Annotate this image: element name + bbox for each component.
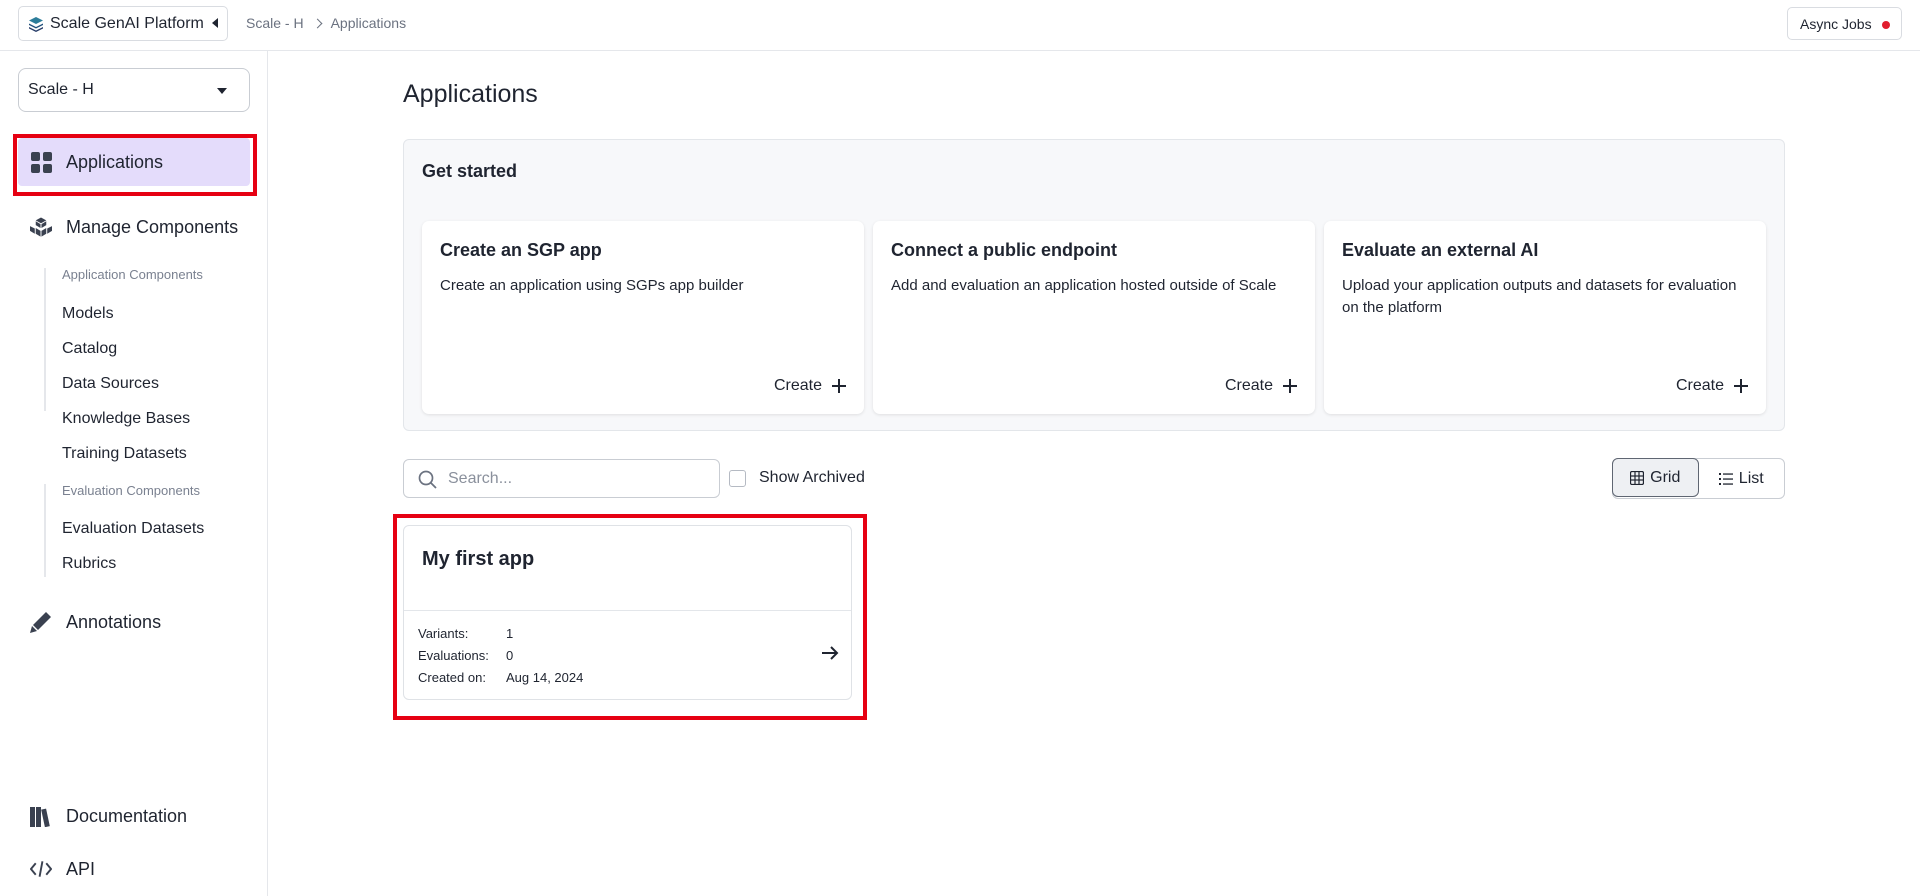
created-label: Created on:: [418, 670, 486, 685]
dropdown-arrow-icon: [217, 88, 227, 94]
app-card-my-first-app[interactable]: My first app Variants: 1 Evaluations: 0 …: [403, 525, 852, 700]
app-name: My first app: [422, 548, 535, 570]
search-icon: [418, 470, 437, 489]
sidebar-item-label: Annotations: [66, 611, 162, 632]
books-icon: [30, 805, 52, 827]
card-description: Create an application using SGPs app bui…: [440, 277, 744, 294]
cubes-icon: [30, 216, 52, 238]
plus-icon: [1734, 379, 1748, 393]
async-jobs-label: Async Jobs: [1800, 15, 1872, 32]
card-description: Upload your application outputs and data…: [1342, 277, 1737, 316]
plus-icon: [832, 379, 846, 393]
grid-view-button[interactable]: Grid: [1612, 458, 1699, 497]
create-sgp-app-card[interactable]: Create an SGP app Create an application …: [422, 221, 864, 414]
subgroup-line: [44, 268, 46, 411]
sidebar-item-training-datasets[interactable]: Training Datasets: [62, 445, 187, 463]
create-button[interactable]: Create: [774, 377, 846, 395]
plus-icon: [1283, 379, 1297, 393]
get-started-panel: Get started Create an SGP app Create an …: [403, 139, 1785, 431]
card-description: Add and evaluation an application hosted…: [891, 277, 1277, 294]
scale-logo-icon: [29, 16, 43, 32]
sidebar-item-manage-components[interactable]: Manage Components: [18, 203, 250, 251]
view-toggle: Grid List: [1612, 458, 1785, 499]
arrow-right-icon[interactable]: [821, 645, 839, 661]
sidebar-item-api[interactable]: API: [18, 845, 250, 893]
sidebar-item-catalog[interactable]: Catalog: [62, 340, 117, 358]
evaluations-value: 0: [506, 648, 514, 663]
collapse-caret-icon[interactable]: [212, 18, 218, 28]
create-label: Create: [1224, 377, 1273, 394]
sidebar-item-models[interactable]: Models: [62, 305, 114, 323]
list-icon: [1718, 472, 1733, 485]
chevron-right-icon: [312, 18, 323, 28]
variants-label: Variants:: [418, 626, 469, 641]
list-view-button[interactable]: List: [1699, 459, 1785, 498]
variants-value: 1: [506, 626, 514, 641]
sidebar-item-label: API: [66, 858, 96, 879]
breadcrumb-applications[interactable]: Applications: [331, 15, 407, 31]
account-select[interactable]: Scale - H: [18, 68, 250, 112]
sidebar-item-documentation[interactable]: Documentation: [18, 792, 250, 840]
sidebar-item-label: Documentation: [66, 805, 188, 826]
create-label: Create: [1675, 377, 1724, 394]
card-divider: [404, 610, 851, 611]
create-button[interactable]: Create: [1225, 377, 1297, 395]
status-dot-icon: [1882, 21, 1890, 29]
grid-icon: [30, 151, 52, 173]
show-archived-checkbox[interactable]: [729, 469, 746, 487]
async-jobs-button[interactable]: Async Jobs: [1787, 7, 1902, 40]
platform-switcher[interactable]: Scale GenAI Platform: [18, 6, 228, 41]
get-started-title: Get started: [422, 161, 518, 181]
breadcrumb: Scale - H Applications: [246, 15, 406, 31]
sidebar-item-rubrics[interactable]: Rubrics: [62, 555, 116, 573]
sidebar-item-applications[interactable]: Applications: [18, 138, 250, 186]
search-field[interactable]: [403, 459, 720, 498]
sidebar-item-label: Applications: [66, 151, 164, 172]
created-value: Aug 14, 2024: [506, 670, 584, 685]
grid-view-label: Grid: [1650, 468, 1681, 486]
top-bar: Scale GenAI Platform Scale - H Applicati…: [0, 0, 1920, 51]
sidebar-item-label: Manage Components: [66, 216, 239, 237]
show-archived-toggle[interactable]: Show Archived: [729, 469, 865, 487]
create-button[interactable]: Create: [1676, 377, 1748, 395]
show-archived-label: Show Archived: [759, 469, 865, 486]
sidebar-item-annotations[interactable]: Annotations: [18, 598, 250, 646]
list-view-label: List: [1738, 469, 1764, 487]
card-title: Create an SGP app: [440, 240, 602, 260]
eval-components-heading: Evaluation Components: [62, 483, 201, 498]
page-title: Applications: [403, 80, 538, 108]
app-components-heading: Application Components: [62, 267, 203, 282]
sidebar-item-data-sources[interactable]: Data Sources: [62, 375, 159, 393]
subgroup-line: [44, 484, 46, 577]
sidebar: Scale - H Applications Manage Components…: [0, 51, 268, 896]
table-grid-icon: [1630, 470, 1645, 485]
card-title: Connect a public endpoint: [891, 240, 1117, 260]
card-title: Evaluate an external AI: [1342, 240, 1539, 260]
connect-public-endpoint-card[interactable]: Connect a public endpoint Add and evalua…: [873, 221, 1315, 414]
account-select-value: Scale - H: [28, 81, 94, 98]
sidebar-item-evaluation-datasets[interactable]: Evaluation Datasets: [62, 520, 204, 538]
create-label: Create: [773, 377, 822, 394]
sidebar-item-knowledge-bases[interactable]: Knowledge Bases: [62, 410, 190, 428]
breadcrumb-account[interactable]: Scale - H: [246, 15, 304, 31]
brand-name: Scale GenAI Platform: [50, 14, 204, 32]
evaluations-label: Evaluations:: [418, 648, 489, 663]
evaluate-external-ai-card[interactable]: Evaluate an external AI Upload your appl…: [1324, 221, 1766, 414]
code-icon: [30, 858, 52, 880]
pencil-icon: [30, 611, 52, 633]
search-input[interactable]: [448, 469, 698, 488]
